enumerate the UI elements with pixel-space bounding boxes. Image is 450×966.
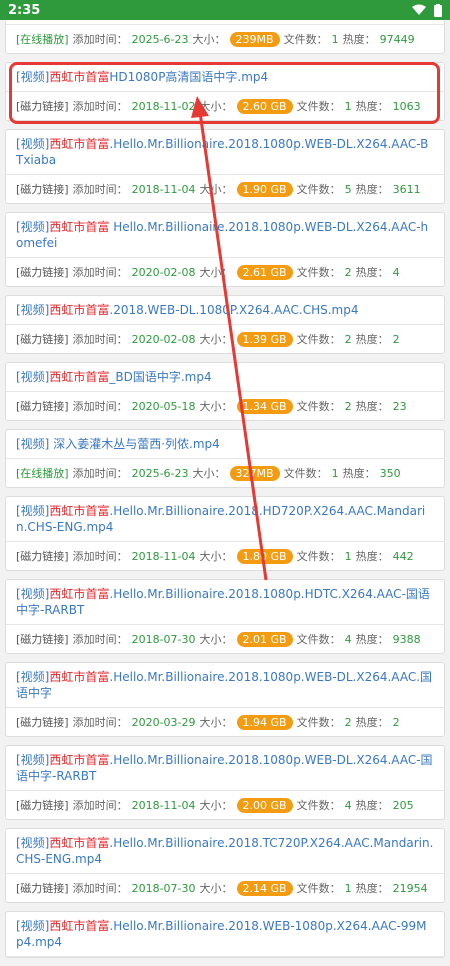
result-card[interactable]: [视频]西虹市首富.Hello.Mr.Billionaire.2018.HD72… <box>5 496 445 571</box>
result-tag[interactable]: [在线播放] <box>16 465 69 481</box>
file-count: 1 <box>331 32 339 46</box>
result-card[interactable]: [视频]西虹市首富_BD国语中字.mp4 [磁力链接] 添加时间： 2020-05-1… <box>5 362 445 421</box>
result-title[interactable]: [视频]西虹市首富.2018.WEB-DL.1080P.X264.AAC.CHS… <box>6 296 444 325</box>
result-date: 2025-6-23 <box>131 466 189 480</box>
result-date: 2018-07-30 <box>131 881 196 895</box>
result-meta: [在线播放] 添加时间： 2025-6-23 大小： 327MB 文件数： 1 热度： 350 <box>16 465 401 481</box>
result-title[interactable]: [视频]西虹市首富.Hello.Mr.Billionaire.2018.WEB-… <box>6 912 444 957</box>
size-badge: 327MB <box>229 465 280 481</box>
result-card[interactable]: [视频]西虹市首富.Hello.Mr.Billionaire.2018.1080… <box>5 129 445 204</box>
heat-value: 21954 <box>392 881 428 895</box>
heat-value: 9388 <box>392 632 421 646</box>
file-count: 5 <box>344 182 352 196</box>
status-time: 2:35 <box>8 2 41 18</box>
size-badge: 2.01 GB <box>236 631 293 647</box>
result-title[interactable]: [视频]西虹市首富_BD国语中字.mp4 <box>6 363 444 392</box>
annotation-highlight-box <box>9 62 440 124</box>
result-tag[interactable]: [磁力链接] <box>16 181 69 197</box>
heat-value: 2 <box>392 332 400 346</box>
result-date: 2018-11-04 <box>131 798 196 812</box>
partial-result-card[interactable]: [在线播放] 添加时间： 2025-6-23 大小： 239MB 文件数： 1 … <box>5 20 445 54</box>
result-meta: [磁力链接] 添加时间： 2020-02-08 大小： 2.61 GB 文件数： 2 热度： 4 <box>16 264 400 280</box>
heat-value: 442 <box>392 549 414 563</box>
result-date: 2018-07-30 <box>131 632 196 646</box>
size-badge: 1.94 GB <box>236 714 293 730</box>
heat-value: 3611 <box>392 182 421 196</box>
result-date: 2020-03-29 <box>131 715 196 729</box>
size-badge: 2.14 GB <box>236 880 293 896</box>
result-meta: [磁力链接] 添加时间： 2018-11-04 大小： 1.80 GB 文件数： 1 热度： 4… <box>16 548 414 564</box>
file-count: 1 <box>331 466 339 480</box>
result-card[interactable]: [视频]西虹市首富.Hello.Mr.Billionaire.2018.1080… <box>5 579 445 654</box>
result-title[interactable]: [视频]西虹市首富 Hello.Mr.Billionaire.2018.1080… <box>6 213 444 258</box>
result-card[interactable]: [视频]西虹市首富 Hello.Mr.Billionaire.2018.1080… <box>5 212 445 287</box>
result-title[interactable]: [视频] 深入姜灌木丛与蕾西·列侬.mp4 <box>6 430 444 459</box>
result-card[interactable]: [视频]西虹市首富.Hello.Mr.Billionaire.2018.1080… <box>5 662 445 737</box>
result-tag[interactable]: [磁力链接] <box>16 331 69 347</box>
result-title[interactable]: [视频]西虹市首富.Hello.Mr.Billionaire.2018.1080… <box>6 663 444 708</box>
status-bar: 2:35 <box>0 0 450 20</box>
size-badge: 1.80 GB <box>236 548 293 564</box>
heat-value: 23 <box>392 399 407 413</box>
file-count: 4 <box>344 632 352 646</box>
result-title[interactable]: [视频]西虹市首富.Hello.Mr.Billionaire.2018.1080… <box>6 580 444 625</box>
result-date: 2018-11-04 <box>131 549 196 563</box>
file-count: 2 <box>344 332 352 346</box>
result-title[interactable]: [视频]西虹市首富.Hello.Mr.Billionaire.2018.HD72… <box>6 497 444 542</box>
file-count: 2 <box>344 715 352 729</box>
result-title[interactable]: [视频]西虹市首富.Hello.Mr.Billionaire.2018.TC72… <box>6 829 444 874</box>
result-date: 2020-02-08 <box>131 265 196 279</box>
result-tag[interactable]: [在线播放] <box>16 31 69 47</box>
file-count: 4 <box>344 798 352 812</box>
result-meta: [磁力链接] 添加时间： 2018-11-04 大小： 2.00 GB 文件数： 4 热度： 2… <box>16 797 414 813</box>
heat-value: 2 <box>392 715 400 729</box>
heat-value: 350 <box>379 466 401 480</box>
result-card[interactable]: [视频]西虹市首富.Hello.Mr.Billionaire.2018.1080… <box>5 745 445 820</box>
result-meta: [磁力链接] 添加时间： 2018-07-30 大小： 2.14 GB 文件数： 1 热度： 2… <box>16 880 428 896</box>
result-tag[interactable]: [磁力链接] <box>16 880 69 896</box>
result-date: 2025-6-23 <box>131 32 189 46</box>
result-meta: [磁力链接] 添加时间： 2020-02-08 大小： 1.39 GB 文件数： 2 热度： 2 <box>16 331 400 347</box>
file-count: 2 <box>344 265 352 279</box>
file-count: 2 <box>344 399 352 413</box>
result-date: 2018-11-04 <box>131 182 196 196</box>
result-date: 2020-02-08 <box>131 332 196 346</box>
result-card[interactable]: [视频]西虹市首富.Hello.Mr.Billionaire.2018.WEB-… <box>5 911 445 958</box>
result-title[interactable]: [视频]西虹市首富.Hello.Mr.Billionaire.2018.1080… <box>6 130 444 175</box>
result-tag[interactable]: [磁力链接] <box>16 398 69 414</box>
result-tag[interactable]: [磁力链接] <box>16 264 69 280</box>
result-meta: [磁力链接] 添加时间： 2020-05-18 大小： 1.34 GB 文件数： 2 热度： 2… <box>16 398 407 414</box>
result-meta: [磁力链接] 添加时间： 2018-11-04 大小： 1.90 GB 文件数： 5 热度： 3… <box>16 181 421 197</box>
result-card[interactable]: [视频]西虹市首富.Hello.Mr.Billionaire.2018.TC72… <box>5 828 445 903</box>
result-meta: [在线播放] 添加时间： 2025-6-23 大小： 239MB 文件数： 1 … <box>16 31 415 47</box>
size-badge: 1.34 GB <box>236 398 293 414</box>
battery-icon <box>434 3 442 17</box>
heat-value: 97449 <box>379 32 415 46</box>
result-meta: [磁力链接] 添加时间： 2018-07-30 大小： 2.01 GB 文件数： 4 热度： 9… <box>16 631 421 647</box>
size-badge: 2.61 GB <box>236 264 293 280</box>
file-count: 1 <box>344 549 352 563</box>
result-tag[interactable]: [磁力链接] <box>16 631 69 647</box>
size-badge: 1.90 GB <box>236 181 293 197</box>
result-list: [在线播放] 添加时间： 2025-6-23 大小： 239MB 文件数： 1 … <box>0 20 450 966</box>
result-card[interactable]: [视频]西虹市首富.2018.WEB-DL.1080P.X264.AAC.CHS… <box>5 295 445 354</box>
result-date: 2020-05-18 <box>131 399 196 413</box>
heat-value: 4 <box>392 265 400 279</box>
heat-value: 205 <box>392 798 414 812</box>
result-card[interactable]: [视频] 深入姜灌木丛与蕾西·列侬.mp4 [在线播放] 添加时间： 2025-6-2… <box>5 429 445 488</box>
size-badge: 1.39 GB <box>236 331 293 347</box>
result-tag[interactable]: [磁力链接] <box>16 714 69 730</box>
result-meta: [磁力链接] 添加时间： 2020-03-29 大小： 1.94 GB 文件数： 2 热度： 2 <box>16 714 400 730</box>
result-tag[interactable]: [磁力链接] <box>16 797 69 813</box>
result-tag[interactable]: [磁力链接] <box>16 548 69 564</box>
result-title[interactable]: [视频]西虹市首富.Hello.Mr.Billionaire.2018.1080… <box>6 746 444 791</box>
size-badge: 239MB <box>229 31 280 47</box>
file-count: 1 <box>344 881 352 895</box>
wifi-icon <box>412 4 426 15</box>
